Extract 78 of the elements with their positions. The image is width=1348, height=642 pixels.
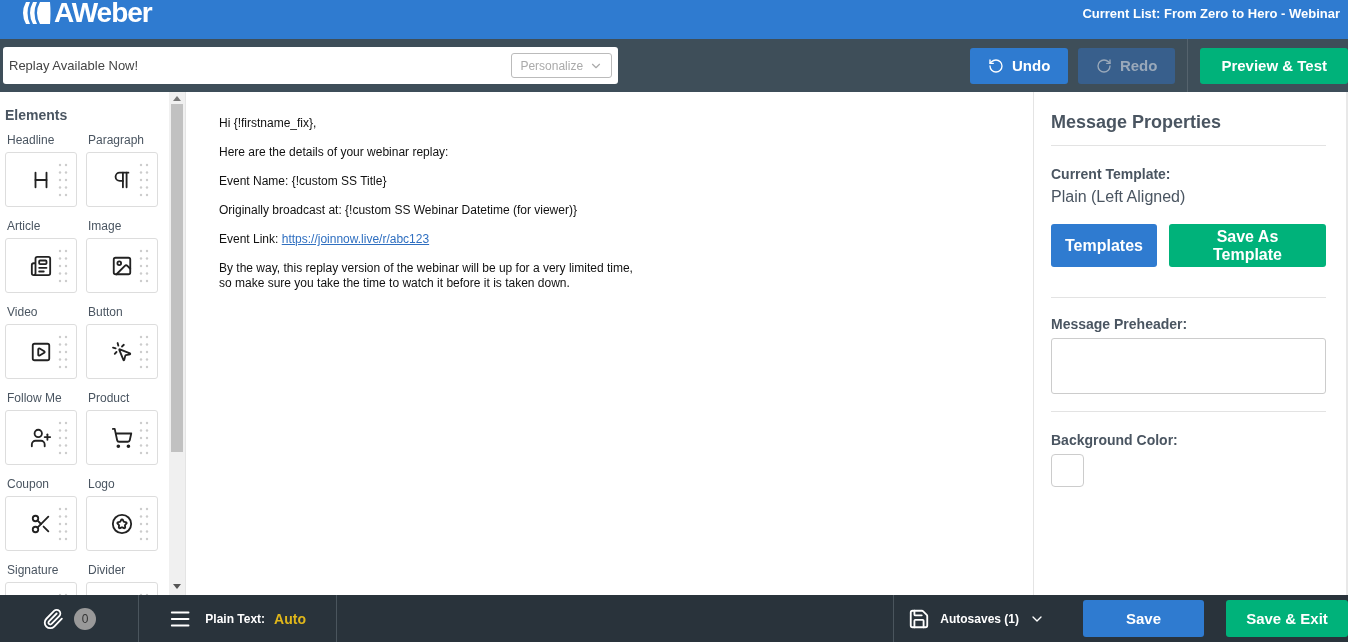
subject-field[interactable]: Replay Available Now! Personalize	[3, 47, 619, 84]
plain-text-label: Plain Text:	[205, 611, 266, 626]
element-label: Divider	[87, 563, 127, 577]
scrollbar-thumb[interactable]	[171, 104, 183, 452]
template-value: Plain (Left Aligned)	[1051, 188, 1187, 206]
save-icon	[908, 607, 931, 630]
drag-handle-icon	[58, 163, 68, 198]
element-label: Paragraph	[87, 133, 146, 147]
preview-button[interactable]: Preview & Test	[1200, 47, 1348, 84]
autosaves-dropdown[interactable]: Autosaves (1)	[940, 611, 1019, 626]
save-button[interactable]: Save	[1083, 600, 1204, 637]
element-tile[interactable]	[86, 152, 158, 207]
email-paragraph: Hi {!firstname_fix},	[219, 116, 318, 131]
add-user-icon	[30, 426, 52, 449]
star-circle-icon	[111, 512, 133, 535]
element-tile[interactable]	[5, 152, 77, 207]
element-tile[interactable]	[86, 238, 158, 293]
play-icon	[30, 340, 52, 363]
element-tile[interactable]	[5, 496, 77, 551]
email-paragraph: By the way, this replay version of the webinar will be up for a very limited time,	[219, 261, 634, 276]
logo[interactable]: AWeber	[54, 0, 152, 29]
element-tile[interactable]	[5, 238, 77, 293]
template-label: Current Template:	[1051, 166, 1172, 182]
element-label: Product	[87, 391, 131, 405]
scroll-down-icon[interactable]	[173, 584, 181, 589]
element-label: Video	[6, 305, 39, 319]
logo-icon	[22, 0, 52, 26]
element-tile[interactable]	[86, 496, 158, 551]
image-icon	[111, 254, 133, 277]
current-list: Current List: From Zero to Hero - Webinar	[1082, 6, 1340, 21]
personalize-dropdown[interactable]: Personalize	[511, 53, 613, 78]
attachment-count: 0	[74, 607, 96, 630]
undo-button[interactable]: Undo	[970, 47, 1068, 84]
save-exit-button[interactable]: Save & Exit	[1226, 600, 1348, 637]
element-tile[interactable]	[5, 410, 77, 465]
element-label: Follow Me	[6, 391, 63, 405]
color-swatch[interactable]	[1051, 454, 1084, 487]
element-label: Headline	[6, 133, 56, 147]
template-button[interactable]: Save As Template	[1168, 224, 1326, 267]
email-paragraph: Here are the details of your webinar replay:	[219, 145, 450, 160]
event-link[interactable]: https://joinnow.live/r/abc123	[281, 232, 430, 246]
cart-icon	[111, 426, 133, 449]
element-tile[interactable]	[86, 410, 158, 465]
element-label: Logo	[87, 477, 116, 491]
preheader-label: Message Preheader:	[1051, 316, 1189, 332]
article-icon	[30, 254, 52, 277]
elements-title: Elements	[5, 107, 69, 123]
element-label: Button	[87, 305, 124, 319]
scissors-icon	[30, 512, 52, 535]
preheader-field[interactable]	[1051, 338, 1326, 394]
drag-handle-icon	[58, 507, 68, 542]
drag-handle-icon	[139, 507, 149, 542]
paperclip-icon[interactable]	[42, 607, 64, 630]
drag-handle-icon	[58, 335, 68, 370]
drag-handle-icon	[58, 421, 68, 456]
drag-handle-icon	[139, 421, 149, 456]
scroll-up-icon[interactable]	[173, 96, 181, 101]
drag-handle-icon	[139, 249, 149, 284]
email-paragraph: Event Name: {!custom SS Title}	[219, 174, 388, 189]
drag-handle-icon	[139, 335, 149, 370]
redo-icon	[1095, 57, 1112, 74]
cursor-click-icon	[111, 340, 133, 363]
template-button[interactable]: Templates	[1051, 224, 1157, 267]
element-label: Image	[87, 219, 123, 233]
undo-icon	[988, 57, 1004, 74]
email-paragraph: Originally broadcast at: {!custom SS Webinar Datetime (for viewer)}	[219, 203, 578, 218]
element-tile[interactable]	[5, 324, 77, 379]
plain-text-mode[interactable]: Auto	[274, 610, 306, 627]
element-label: Coupon	[6, 477, 51, 491]
email-paragraph: Event Link: https://joinnow.live/r/abc123	[219, 232, 431, 247]
element-tile[interactable]	[86, 324, 158, 379]
email-paragraph: so make sure you take the time to watch it before it is taken down.	[219, 276, 571, 291]
element-label: Article	[6, 219, 42, 233]
element-label: Signature	[6, 563, 60, 577]
drag-handle-icon	[139, 163, 149, 198]
drag-handle-icon	[58, 249, 68, 284]
properties-title: Message Properties	[1051, 92, 1326, 146]
background-label: Background Color:	[1051, 432, 1179, 448]
